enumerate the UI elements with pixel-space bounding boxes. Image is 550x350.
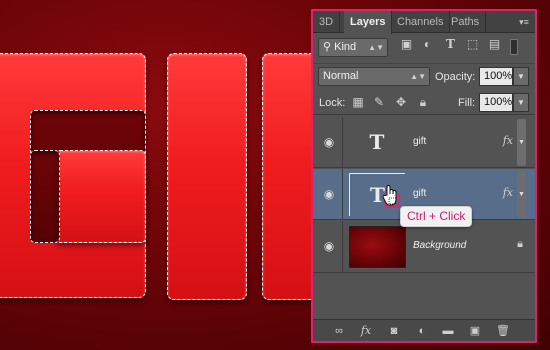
adjustment-icon[interactable]: ◐ bbox=[414, 324, 430, 338]
lock-transparent-icon[interactable]: ▦ bbox=[351, 95, 365, 109]
eye-icon[interactable]: ◉ bbox=[321, 239, 337, 253]
type-filter-icon[interactable]: T bbox=[443, 37, 458, 52]
blend-mode-select[interactable]: Normal ▲▼ bbox=[318, 67, 430, 86]
blend-row: Normal ▲▼ Opacity: 100% ▼ bbox=[313, 63, 535, 89]
hand-cursor-icon bbox=[382, 185, 400, 208]
tab-layers[interactable]: Layers bbox=[344, 11, 393, 34]
lock-position-icon[interactable]: ✥ bbox=[394, 95, 408, 109]
filter-kind-select[interactable]: ⚲ Kind ▲▼ bbox=[318, 38, 388, 57]
fx-icon[interactable]: fx bbox=[503, 186, 513, 199]
opacity-input[interactable]: 100% bbox=[479, 67, 513, 86]
fx-icon[interactable]: fx bbox=[503, 134, 513, 147]
chevron-down-icon: ▲▼ bbox=[368, 43, 384, 52]
fill-label: Fill: bbox=[458, 97, 476, 109]
layer-name[interactable]: gift bbox=[413, 188, 426, 199]
lock-brush-icon[interactable]: ✎ bbox=[372, 95, 386, 109]
trash-icon[interactable]: 🗑︎ bbox=[495, 324, 511, 338]
lock-icon: 🔒︎ bbox=[517, 238, 523, 250]
layer-name[interactable]: gift bbox=[413, 136, 426, 147]
tab-3d[interactable]: 3D bbox=[313, 11, 341, 33]
search-icon: ⚲ bbox=[323, 41, 332, 53]
shape-filter-icon[interactable]: ⬚ bbox=[465, 37, 480, 52]
lock-row: Lock: ▦ ✎ ✥ 🔒︎ Fill: 100% ▼ bbox=[313, 90, 535, 115]
type-layer-thumbnail[interactable]: T bbox=[349, 121, 405, 164]
mask-icon[interactable]: ◙ bbox=[386, 324, 402, 338]
image-filter-icon[interactable]: ▣ bbox=[399, 37, 414, 52]
layers-panel: 3D Layers Channels Paths ▾≡ ⚲ Kind ▲▼ ▣ … bbox=[311, 9, 537, 343]
chevron-down-icon: ▲▼ bbox=[410, 72, 426, 81]
link-icon[interactable]: ∞ bbox=[331, 324, 347, 338]
fx-icon[interactable]: fx bbox=[358, 324, 374, 338]
layer-row-background[interactable]: ◉ Background 🔒︎ bbox=[313, 221, 535, 273]
lock-all-icon[interactable]: 🔒︎ bbox=[416, 95, 430, 109]
background-thumbnail[interactable] bbox=[349, 226, 406, 268]
layers-bottom-toolbar: ∞ fx ◙ ◐ ▬ ▣ 🗑︎ bbox=[313, 319, 535, 341]
lock-label: Lock: bbox=[319, 97, 346, 109]
new-layer-icon[interactable]: ▣ bbox=[467, 324, 483, 338]
expand-effects-icon[interactable]: ▼ bbox=[517, 119, 526, 166]
layer-name[interactable]: Background bbox=[413, 240, 466, 251]
panel-menu-icon[interactable]: ▾≡ bbox=[517, 16, 531, 28]
tab-channels[interactable]: Channels bbox=[391, 11, 451, 33]
filter-toggle[interactable] bbox=[510, 39, 518, 55]
fill-input[interactable]: 100% bbox=[479, 93, 513, 112]
group-icon[interactable]: ▬ bbox=[440, 324, 456, 338]
expand-effects-icon[interactable]: ▼ bbox=[517, 171, 526, 218]
tab-paths[interactable]: Paths bbox=[445, 11, 487, 33]
opacity-dropdown[interactable]: ▼ bbox=[513, 67, 529, 86]
fill-dropdown[interactable]: ▼ bbox=[513, 93, 529, 112]
blend-mode-value: Normal bbox=[323, 70, 359, 82]
eye-icon[interactable]: ◉ bbox=[321, 187, 337, 201]
eye-icon[interactable]: ◉ bbox=[321, 135, 337, 149]
panel-tabbar: 3D Layers Channels Paths ▾≡ bbox=[313, 11, 535, 34]
filter-kind-label: Kind bbox=[334, 41, 357, 53]
filter-row: ⚲ Kind ▲▼ ▣ ◐ T ⬚ ▤ bbox=[313, 34, 535, 61]
opacity-label: Opacity: bbox=[435, 71, 476, 83]
ctrl-click-tooltip: Ctrl + Click bbox=[400, 206, 473, 227]
adjustment-filter-icon[interactable]: ◐ bbox=[420, 37, 435, 52]
smart-object-filter-icon[interactable]: ▤ bbox=[487, 37, 502, 52]
layer-row-gift-top[interactable]: ◉ T gift fx ▼ bbox=[313, 117, 535, 168]
